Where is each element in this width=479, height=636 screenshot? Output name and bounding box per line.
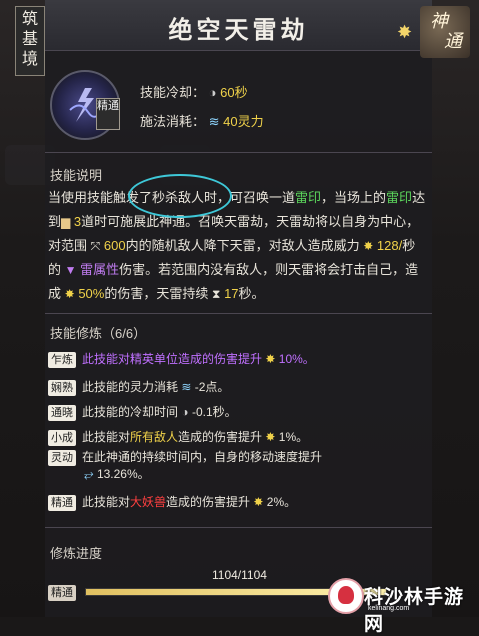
mastery-badge: 精通	[96, 98, 120, 130]
divider	[45, 527, 432, 528]
cultivation-row: 灵动 在此神通的持续时间内，自身的移动速度提升 ⥂ 13.26%。	[48, 449, 418, 483]
cooldown-stat: 技能冷却： ◑ 60秒	[140, 85, 248, 100]
sun-icon: ✸	[397, 22, 413, 42]
hourglass-icon: ⧗	[212, 287, 221, 301]
element-icon: ▼	[64, 263, 77, 277]
watermark-logo	[328, 578, 364, 614]
mana-icon: ≋	[208, 114, 220, 129]
watermark: 科沙林手游网 kelinang.com	[328, 576, 478, 635]
divider	[45, 152, 432, 153]
cultivation-row: 娴熟 此技能的灵力消耗 ≋ -2点。	[48, 378, 229, 396]
cultivation-row: 精通 此技能对大妖兽造成的伤害提升 ✸ 2%。	[48, 493, 296, 511]
watermark-sub: kelinang.com	[368, 605, 410, 612]
cost-stat: 施法消耗： ≋ 40灵力	[140, 114, 264, 129]
cultivation-row: 通晓 此技能的冷却时间 ◑ -0.1秒。	[48, 403, 237, 421]
cultivation-title: 技能修炼（6/6）	[50, 326, 147, 341]
description-title: 技能说明	[50, 168, 103, 183]
power-icon-2: ✸	[64, 287, 75, 301]
title-bar: 绝空天雷劫	[45, 0, 432, 51]
skill-title: 绝空天雷劫	[168, 15, 309, 44]
shentong-emblem: 神通	[420, 6, 470, 58]
cultivation-row: 小成 此技能对所有敌人造成的伤害提升 ✸ 1%。	[48, 428, 308, 446]
progress-tag: 精通	[48, 585, 76, 601]
skill-description: 当使用技能触发了秒杀敌人时，可召唤一道雷印，当场上的雷印达到▆ 3道时可施展此神…	[48, 186, 428, 306]
scroll-icon: ▆	[61, 215, 71, 229]
highlight-circle	[128, 174, 232, 218]
power-icon: ✸	[363, 239, 374, 253]
progress-value: 1104/1104	[212, 568, 267, 582]
range-icon: ⤧	[90, 239, 101, 253]
progress-title: 修炼进度	[50, 546, 103, 561]
divider	[45, 313, 432, 314]
realm-badge: 筑基境	[15, 6, 45, 76]
clock-icon: ◑	[208, 85, 217, 100]
cultivation-row: 乍炼 此技能对精英单位造成的伤害提升 ✸ 10%。	[48, 350, 315, 368]
